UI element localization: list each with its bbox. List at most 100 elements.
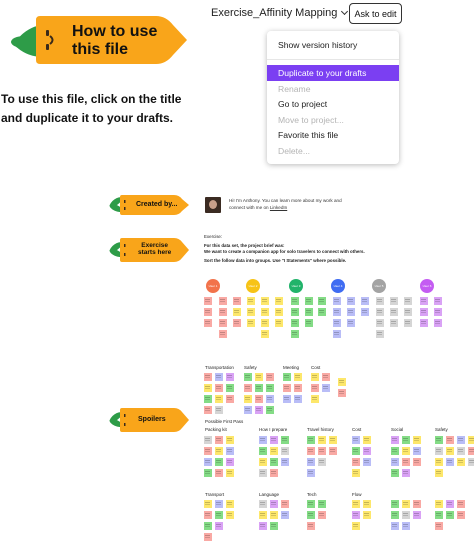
- sticky-note[interactable]: [281, 511, 289, 519]
- sticky-note[interactable]: [446, 436, 454, 444]
- sticky-note[interactable]: [215, 500, 223, 508]
- sticky-note[interactable]: [266, 373, 274, 381]
- sticky-note[interactable]: [233, 297, 241, 305]
- sticky-note[interactable]: [468, 458, 474, 466]
- sticky-note[interactable]: [347, 308, 355, 316]
- sticky-note[interactable]: [318, 436, 326, 444]
- sticky-note[interactable]: [275, 319, 283, 327]
- menu-item-favorite[interactable]: Favorite this file: [267, 127, 399, 143]
- sticky-note[interactable]: [376, 297, 384, 305]
- sticky-note[interactable]: [311, 395, 319, 403]
- sticky-note[interactable]: [261, 319, 269, 327]
- sticky-note[interactable]: [402, 522, 410, 530]
- sticky-note[interactable]: [352, 469, 360, 477]
- sticky-note[interactable]: [259, 447, 267, 455]
- sticky-note[interactable]: [435, 469, 443, 477]
- sticky-note[interactable]: [294, 395, 302, 403]
- sticky-note[interactable]: [376, 319, 384, 327]
- menu-item-duplicate-to-drafts[interactable]: Duplicate to your drafts: [267, 65, 399, 81]
- sticky-note[interactable]: [402, 447, 410, 455]
- sticky-note[interactable]: [255, 395, 263, 403]
- sticky-note[interactable]: [352, 447, 360, 455]
- sticky-note[interactable]: [333, 308, 341, 316]
- sticky-note[interactable]: [457, 447, 465, 455]
- sticky-note[interactable]: [404, 308, 412, 316]
- sticky-note[interactable]: [446, 500, 454, 508]
- sticky-note[interactable]: [233, 319, 241, 327]
- sticky-note[interactable]: [215, 406, 223, 414]
- sticky-note[interactable]: [204, 469, 212, 477]
- sticky-note[interactable]: [390, 319, 398, 327]
- sticky-note[interactable]: [329, 447, 337, 455]
- sticky-note[interactable]: [402, 436, 410, 444]
- sticky-note[interactable]: [318, 297, 326, 305]
- sticky-note[interactable]: [420, 308, 428, 316]
- sticky-note[interactable]: [281, 447, 289, 455]
- sticky-note[interactable]: [468, 436, 474, 444]
- sticky-note[interactable]: [446, 458, 454, 466]
- sticky-note[interactable]: [204, 395, 212, 403]
- sticky-note[interactable]: [391, 458, 399, 466]
- sticky-note[interactable]: [457, 458, 465, 466]
- sticky-note[interactable]: [305, 319, 313, 327]
- sticky-note[interactable]: [204, 436, 212, 444]
- sticky-note[interactable]: [391, 500, 399, 508]
- menu-item-show-version-history[interactable]: Show version history: [267, 37, 399, 53]
- sticky-note[interactable]: [352, 500, 360, 508]
- sticky-note[interactable]: [204, 373, 212, 381]
- sticky-note[interactable]: [219, 308, 227, 316]
- sticky-note[interactable]: [307, 511, 315, 519]
- sticky-note[interactable]: [391, 469, 399, 477]
- sticky-note[interactable]: [204, 500, 212, 508]
- sticky-note[interactable]: [347, 319, 355, 327]
- sticky-note[interactable]: [226, 469, 234, 477]
- sticky-note[interactable]: [390, 297, 398, 305]
- sticky-note[interactable]: [318, 308, 326, 316]
- sticky-note[interactable]: [247, 308, 255, 316]
- sticky-note[interactable]: [329, 436, 337, 444]
- sticky-note[interactable]: [305, 297, 313, 305]
- sticky-note[interactable]: [404, 297, 412, 305]
- sticky-note[interactable]: [307, 469, 315, 477]
- sticky-note[interactable]: [215, 511, 223, 519]
- sticky-note[interactable]: [270, 522, 278, 530]
- linkedin-link[interactable]: LinkedIn: [270, 205, 287, 210]
- sticky-note[interactable]: [361, 308, 369, 316]
- sticky-note[interactable]: [226, 500, 234, 508]
- sticky-note[interactable]: [457, 500, 465, 508]
- sticky-note[interactable]: [244, 406, 252, 414]
- sticky-note[interactable]: [226, 447, 234, 455]
- sticky-note[interactable]: [376, 308, 384, 316]
- sticky-note[interactable]: [291, 297, 299, 305]
- sticky-note[interactable]: [435, 522, 443, 530]
- sticky-note[interactable]: [307, 500, 315, 508]
- sticky-note[interactable]: [270, 511, 278, 519]
- sticky-note[interactable]: [294, 373, 302, 381]
- sticky-note[interactable]: [259, 511, 267, 519]
- sticky-note[interactable]: [247, 319, 255, 327]
- sticky-note[interactable]: [322, 384, 330, 392]
- sticky-note[interactable]: [275, 308, 283, 316]
- sticky-note[interactable]: [244, 384, 252, 392]
- sticky-note[interactable]: [291, 319, 299, 327]
- sticky-note[interactable]: [270, 469, 278, 477]
- sticky-note[interactable]: [215, 436, 223, 444]
- file-title-button[interactable]: Exercise_Affinity Mapping: [211, 7, 349, 19]
- sticky-note[interactable]: [468, 447, 474, 455]
- sticky-note[interactable]: [435, 436, 443, 444]
- sticky-note[interactable]: [215, 373, 223, 381]
- sticky-note[interactable]: [247, 297, 255, 305]
- sticky-note[interactable]: [266, 395, 274, 403]
- sticky-note[interactable]: [204, 319, 212, 327]
- sticky-note[interactable]: [435, 447, 443, 455]
- menu-item-go-to-project[interactable]: Go to project: [267, 96, 399, 112]
- sticky-note[interactable]: [204, 511, 212, 519]
- sticky-note[interactable]: [413, 436, 421, 444]
- sticky-note[interactable]: [435, 458, 443, 466]
- sticky-note[interactable]: [363, 447, 371, 455]
- sticky-note[interactable]: [413, 511, 421, 519]
- sticky-note[interactable]: [333, 319, 341, 327]
- sticky-note[interactable]: [261, 297, 269, 305]
- sticky-note[interactable]: [391, 511, 399, 519]
- sticky-note[interactable]: [307, 447, 315, 455]
